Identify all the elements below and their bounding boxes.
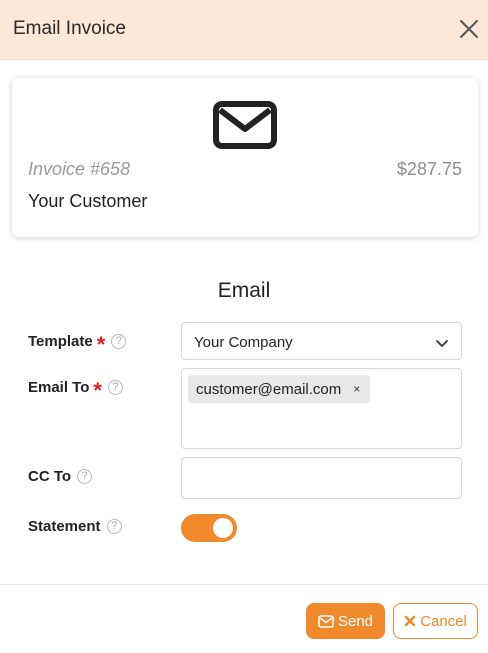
close-icon[interactable]: [458, 18, 480, 40]
help-icon[interactable]: ?: [77, 469, 93, 484]
close-icon: [404, 615, 416, 627]
email-to-label: Email To * ?: [28, 377, 123, 403]
send-button-label: Send: [337, 612, 374, 630]
email-tag: customer@email.com ×: [188, 375, 371, 403]
template-select[interactable]: Your Company: [181, 322, 462, 360]
statement-toggle[interactable]: [181, 514, 237, 542]
template-label: Template * ?: [28, 331, 127, 357]
help-icon[interactable]: ?: [107, 380, 123, 395]
modal-header: Email Invoice: [0, 0, 488, 60]
template-label-text: Template: [28, 333, 93, 350]
customer-name: Your Customer: [28, 191, 148, 211]
remove-tag-icon[interactable]: ×: [353, 382, 360, 396]
send-button[interactable]: Send: [306, 603, 385, 639]
template-select-value: Your Company: [194, 334, 293, 351]
section-title: Email: [217, 279, 271, 302]
invoice-summary-card: Invoice #658 $287.75 Your Customer: [12, 78, 478, 237]
email-to-field[interactable]: customer@email.com ×: [181, 368, 462, 449]
help-icon[interactable]: ?: [106, 519, 122, 534]
modal-title: Email Invoice: [13, 18, 126, 39]
help-icon[interactable]: ?: [111, 334, 127, 349]
statement-label-text: Statement: [28, 518, 101, 535]
email-to-label-text: Email To: [28, 379, 90, 396]
envelope-icon: [212, 100, 278, 150]
toggle-knob: [213, 518, 233, 538]
required-asterisk-icon: *: [96, 331, 106, 357]
envelope-icon: [318, 614, 334, 628]
cc-to-label: CC To ?: [28, 468, 93, 485]
cancel-button-label: Cancel: [420, 612, 467, 630]
footer-divider: [0, 584, 488, 585]
statement-label: Statement ?: [28, 518, 122, 535]
cc-to-input[interactable]: [181, 457, 462, 499]
required-asterisk-icon: *: [93, 377, 102, 403]
cancel-button[interactable]: Cancel: [393, 603, 478, 639]
email-tag-text: customer@email.com: [196, 380, 342, 398]
invoice-number: Invoice #658: [28, 159, 131, 179]
cc-to-label-text: CC To: [28, 468, 72, 485]
chevron-down-icon: [435, 336, 449, 347]
invoice-amount: $287.75: [396, 159, 462, 179]
